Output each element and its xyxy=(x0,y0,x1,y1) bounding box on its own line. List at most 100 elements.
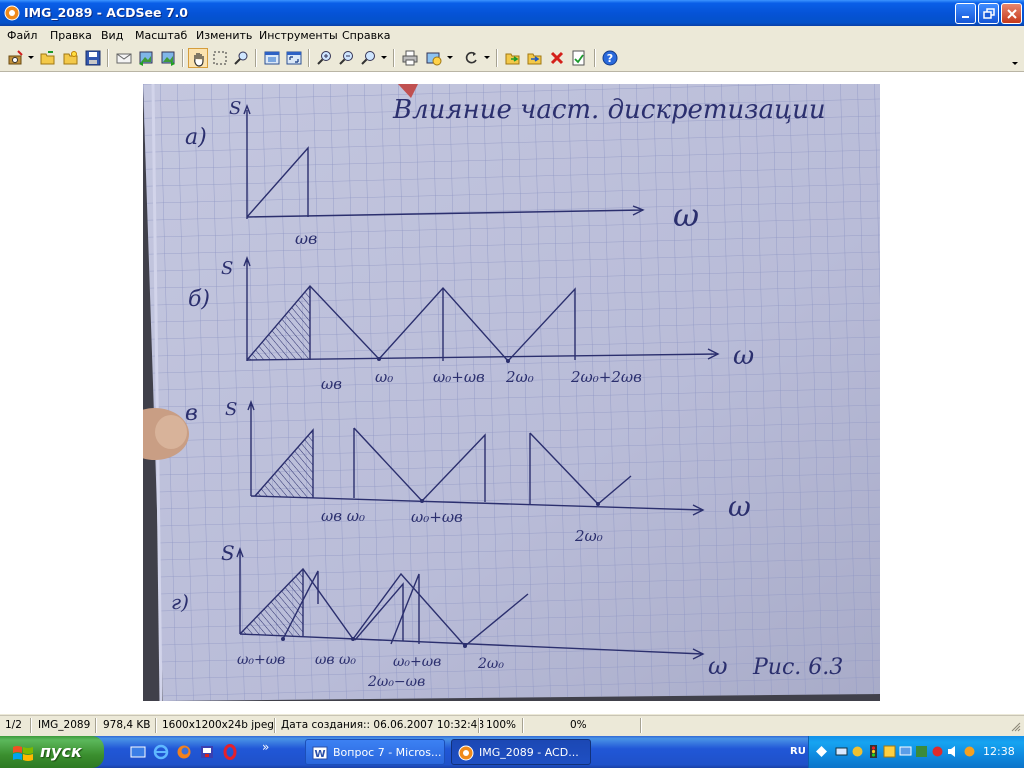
ie-icon[interactable] xyxy=(153,744,169,760)
tray-diamond-icon[interactable] xyxy=(815,745,828,758)
resize-grip-icon[interactable] xyxy=(1010,721,1021,732)
tray-messenger-icon[interactable] xyxy=(963,745,976,758)
title-bar[interactable]: IMG_2089 - ACDSee 7.0 xyxy=(0,0,1024,26)
print-button[interactable] xyxy=(400,48,420,68)
zoom-menu-button[interactable] xyxy=(358,48,378,68)
hand-tool-button[interactable] xyxy=(188,48,208,68)
minimize-icon xyxy=(962,16,969,18)
label-b-2w0: 2ω₀ xyxy=(505,368,534,386)
menu-file[interactable]: Файл xyxy=(7,29,37,42)
label-v: в xyxy=(185,401,198,426)
select-tool-icon xyxy=(213,51,227,65)
status-zoom: 100% xyxy=(486,719,517,731)
label-figure-caption: Рис. 6.3 xyxy=(752,655,843,680)
magnify-button[interactable] xyxy=(231,48,251,68)
status-progress: 0% xyxy=(570,719,587,731)
save-button[interactable] xyxy=(83,48,103,68)
rotate-button[interactable] xyxy=(461,48,481,68)
properties-button[interactable] xyxy=(569,48,589,68)
menu-bar: Файл Правка Вид Масштаб Изменить Инструм… xyxy=(0,26,1024,45)
move-to-icon xyxy=(527,53,542,65)
toolbar-separator xyxy=(107,49,109,67)
label-a-wb: ωв xyxy=(295,229,317,248)
copy-to-button[interactable] xyxy=(503,48,523,68)
start-button[interactable]: пуск xyxy=(0,736,104,768)
label-g: г) xyxy=(171,590,189,614)
tray-update-icon[interactable] xyxy=(883,745,896,758)
full-screen-button[interactable] xyxy=(284,48,304,68)
acquire-dropdown-icon[interactable] xyxy=(28,56,34,59)
firefox-icon[interactable] xyxy=(176,744,192,760)
toolbar-overflow-icon[interactable] xyxy=(1012,62,1018,65)
maximize-button[interactable] xyxy=(978,3,999,24)
quicklaunch-more[interactable]: » xyxy=(262,740,269,754)
label-g-w0wb2: ω₀+ωв xyxy=(393,654,441,670)
label-b-w0: ω₀ xyxy=(375,368,393,386)
tray-antivirus-icon[interactable] xyxy=(931,745,944,758)
slideshow-dropdown-icon[interactable] xyxy=(447,56,453,59)
acquire-icon xyxy=(8,50,23,65)
menu-modify[interactable]: Изменить xyxy=(196,29,252,42)
menu-edit[interactable]: Правка xyxy=(50,29,92,42)
label-b-2w0wb: 2ω₀+2ωв xyxy=(570,368,642,386)
fit-window-button[interactable] xyxy=(262,48,282,68)
language-indicator[interactable]: RU xyxy=(790,746,806,757)
label-omega-g: ω xyxy=(708,652,728,680)
tray-display-icon[interactable] xyxy=(899,745,912,758)
menu-tools[interactable]: Инструменты xyxy=(259,29,338,42)
label-v-w0wb: ω₀+ωв xyxy=(411,508,463,526)
minimize-button[interactable] xyxy=(955,3,976,24)
status-image-index: 1/2 xyxy=(5,719,22,731)
tray-traffic-light-icon[interactable] xyxy=(867,745,880,758)
browse-button[interactable] xyxy=(61,48,81,68)
photo-image: Влияние част. дискретизации а) S ω ωв б)… xyxy=(143,84,880,701)
zoom-in-button[interactable] xyxy=(314,48,334,68)
status-filename: IMG_2089 xyxy=(38,719,91,731)
move-to-button[interactable] xyxy=(525,48,545,68)
acdsee-app-icon xyxy=(4,5,20,21)
status-divider xyxy=(522,718,524,733)
menu-view[interactable]: Вид xyxy=(101,29,123,42)
delete-button[interactable] xyxy=(547,48,567,68)
zoom-dropdown-icon[interactable] xyxy=(381,56,387,59)
email-button[interactable] xyxy=(114,48,134,68)
task-acdsee[interactable]: IMG_2089 - ACD... xyxy=(451,739,591,765)
show-desktop-icon[interactable] xyxy=(130,744,146,760)
opera-icon[interactable] xyxy=(222,744,238,760)
tray-network-icon[interactable] xyxy=(835,745,848,758)
task-acdsee-label: IMG_2089 - ACD... xyxy=(479,746,579,759)
status-bar: 1/2 IMG_2089 978,4 KB 1600x1200x24b jpeg… xyxy=(0,715,1024,735)
label-g-2w0: 2ω₀ xyxy=(477,656,504,672)
taskbar: пуск » W Вопрос 7 - Micros... IMG_2089 -… xyxy=(0,736,1024,768)
prev-image-button[interactable] xyxy=(136,48,156,68)
next-image-icon xyxy=(161,51,175,66)
image-viewer[interactable]: Влияние част. дискретизации а) S ω ωв б)… xyxy=(0,72,1024,714)
save-icon xyxy=(85,50,101,66)
label-a: а) xyxy=(185,125,207,150)
acquire-button[interactable] xyxy=(6,48,26,68)
open-button[interactable] xyxy=(38,48,58,68)
menu-help[interactable]: Справка xyxy=(342,29,390,42)
tray-monitor-icon[interactable] xyxy=(915,745,928,758)
toolbar-separator xyxy=(182,49,184,67)
status-created: Дата создания:: 06.06.2007 10:32:48 xyxy=(281,719,485,731)
prev-image-icon xyxy=(139,51,153,66)
label-g-wbw0: ωв ω₀ xyxy=(315,652,356,668)
zoom-out-button[interactable] xyxy=(336,48,356,68)
word-icon: W xyxy=(312,746,328,760)
media-icon[interactable] xyxy=(199,744,215,760)
label-v-wbw0: ωв ω₀ xyxy=(321,507,365,525)
task-word-document[interactable]: W Вопрос 7 - Micros... xyxy=(305,739,445,765)
close-button[interactable] xyxy=(1001,3,1022,24)
slideshow-button[interactable] xyxy=(424,48,444,68)
toolbar-separator xyxy=(255,49,257,67)
rotate-dropdown-icon[interactable] xyxy=(484,56,490,59)
tray-volume-icon[interactable] xyxy=(947,745,960,758)
clock[interactable]: 12:38 xyxy=(983,745,1015,758)
magnify-icon xyxy=(234,51,248,65)
menu-zoom[interactable]: Масштаб xyxy=(135,29,187,42)
next-image-button[interactable] xyxy=(158,48,178,68)
help-button[interactable]: ? xyxy=(600,48,620,68)
tray-security-icon[interactable] xyxy=(851,745,864,758)
select-tool-button[interactable] xyxy=(210,48,230,68)
